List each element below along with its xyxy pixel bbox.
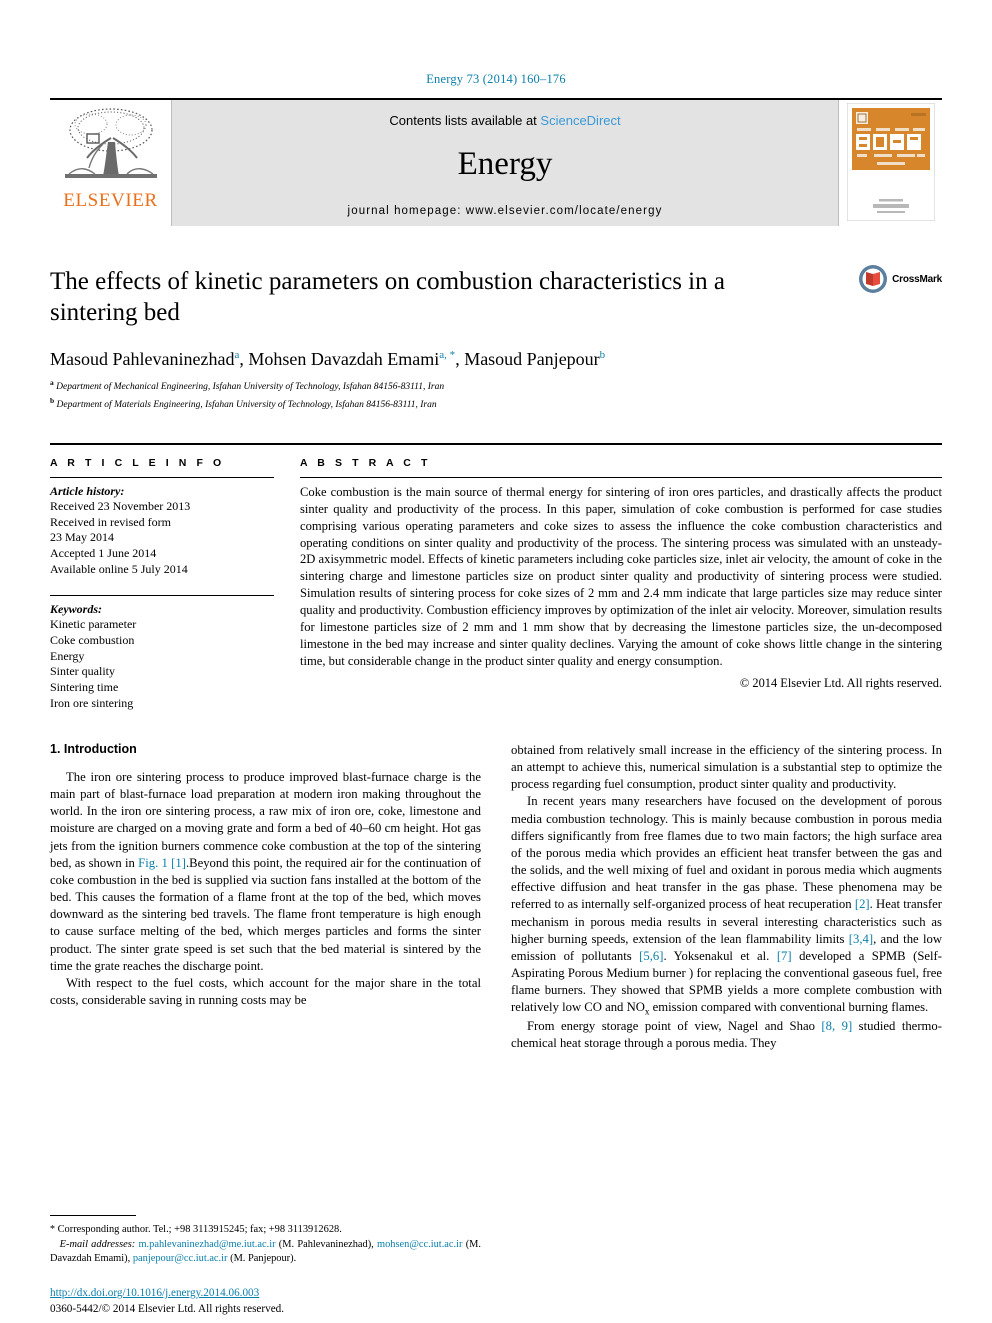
reference-link[interactable]: [1] [171, 856, 186, 870]
keyword-item: Sintering time [50, 680, 119, 695]
body-columns: 1. Introduction The iron ore sintering p… [50, 742, 942, 1053]
running-head: Energy 73 (2014) 160–176 [426, 72, 566, 86]
asterisk-icon: * [50, 1224, 55, 1236]
divider [50, 594, 274, 596]
article-page: Energy 73 (2014) 160–176 ELSEVIER Conten… [0, 0, 992, 1323]
article-history-list: Received 23 November 2013 Received in re… [50, 499, 274, 578]
reference-link[interactable]: [5,6] [639, 949, 663, 963]
crossmark-icon [859, 265, 888, 293]
divider [300, 476, 942, 478]
section-heading-introduction: 1. Introduction [50, 741, 137, 756]
footnote-block: * Corresponding author. Tel.; +98 311391… [50, 1215, 481, 1267]
contents-prefix: Contents lists available at [389, 113, 537, 128]
email-link[interactable]: m.pahlevaninezhad@me.iut.ac.ir [138, 1239, 275, 1250]
journal-homepage-link[interactable]: journal homepage: www.elsevier.com/locat… [348, 205, 663, 217]
author-mark: a, * [439, 348, 456, 361]
elsevier-wordmark: ELSEVIER [63, 190, 158, 211]
keywords-label: Keywords: [50, 601, 102, 616]
email-link[interactable]: mohsen@cc.iut.ac.ir [377, 1239, 462, 1250]
article-info-column: A R T I C L E I N F O Article history: R… [50, 457, 274, 712]
keyword-item: Energy [50, 648, 85, 663]
paragraph: obtained from relatively small increase … [511, 742, 942, 792]
keyword-item: Coke combustion [50, 632, 135, 647]
author-name: Mohsen Davazdah Emami [248, 348, 440, 369]
reference-link[interactable]: [2] [855, 897, 870, 911]
paragraph: The iron ore sintering process to produc… [50, 769, 481, 975]
history-item: Available online 5 July 2014 [50, 562, 188, 577]
history-item: 23 May 2014 [50, 530, 114, 545]
doi-footer: http://dx.doi.org/10.1016/j.energy.2014.… [50, 1286, 510, 1317]
reference-link[interactable]: [3,4] [849, 932, 873, 946]
info-abstract-section: A R T I C L E I N F O Article history: R… [50, 442, 942, 712]
elsevier-tree-icon [64, 108, 157, 178]
paragraph: With respect to the fuel costs, which ac… [50, 975, 481, 1008]
title-block: CrossMark The effects of kinetic paramet… [50, 264, 942, 413]
email-addresses-label: E-mail addresses: [59, 1238, 136, 1250]
affiliation-text: Department of Materials Engineering, Isf… [56, 399, 437, 410]
sciencedirect-link[interactable]: ScienceDirect [540, 113, 620, 128]
email-owner: (M. Panjepour). [230, 1253, 297, 1265]
left-column: 1. Introduction The iron ore sintering p… [50, 742, 481, 1053]
affiliation-mark: b [50, 395, 55, 405]
author-mark: a [234, 348, 240, 361]
journal-title: Energy [457, 146, 553, 182]
abstract-text: Coke combustion is the main source of th… [300, 484, 942, 669]
right-column: obtained from relatively small increase … [511, 742, 942, 1053]
keywords-block: Keywords: Kinetic parameter Coke combust… [50, 594, 274, 712]
affiliation-text: Department of Mechanical Engineering, Is… [56, 382, 445, 393]
figure-link[interactable]: Fig. 1 [138, 856, 168, 870]
keyword-item: Kinetic parameter [50, 616, 137, 631]
page-title: The effects of kinetic parameters on com… [50, 268, 725, 327]
contents-available-line: Contents lists available at ScienceDirec… [389, 113, 620, 128]
paragraph-text: emission compared with conventional burn… [649, 1000, 929, 1015]
author-name: Masoud Panjepour [464, 348, 600, 369]
footnote-divider [50, 1215, 136, 1217]
energy-cover-image [846, 103, 935, 221]
email-link[interactable]: panjepour@cc.iut.ac.ir [133, 1253, 228, 1264]
reference-link[interactable]: [7] [777, 949, 792, 963]
paragraph-text: . Yoksenakul et al. [663, 948, 777, 963]
paragraph-text: .Beyond this point, the required air for… [50, 855, 482, 973]
masthead-center: Contents lists available at ScienceDirec… [172, 100, 838, 226]
doi-link[interactable]: http://dx.doi.org/10.1016/j.energy.2014.… [50, 1287, 259, 1299]
author-mark: b [599, 348, 606, 361]
crossmark-label: CrossMark [892, 273, 942, 285]
corresponding-author-text: Corresponding author. Tel.; +98 31139152… [57, 1224, 342, 1236]
journal-masthead: ELSEVIER Contents lists available at Sci… [50, 98, 942, 226]
article-history-label: Article history: [50, 483, 125, 498]
email-owner: (M. Pahlevaninezhad), [278, 1238, 374, 1250]
affiliation: a Department of Mechanical Engineering, … [50, 378, 942, 395]
paragraph: In recent years many researchers have fo… [511, 793, 942, 1018]
elsevier-logo: ELSEVIER [50, 100, 172, 226]
history-item: Accepted 1 June 2014 [50, 546, 157, 561]
journal-cover-thumbnail [838, 100, 942, 226]
paragraph: From energy storage point of view, Nagel… [511, 1018, 942, 1052]
crossmark-badge[interactable]: CrossMark [858, 264, 942, 294]
keyword-item: Iron ore sintering [50, 696, 134, 711]
affiliation-mark: a [50, 377, 54, 387]
reference-link[interactable]: [8, 9] [821, 1019, 852, 1033]
author-name: Masoud Pahlevaninezhad [50, 348, 235, 369]
article-info-heading: A R T I C L E I N F O [50, 456, 225, 469]
affiliation: b Department of Materials Engineering, I… [50, 396, 942, 413]
paragraph-text: From energy storage point of view, Nagel… [527, 1019, 822, 1034]
corresponding-author-note: * Corresponding author. Tel.; +98 311391… [50, 1223, 481, 1267]
keywords-list: Kinetic parameter Coke combustion Energy… [50, 617, 274, 712]
paragraph-text: In recent years many researchers have fo… [511, 794, 942, 912]
keyword-item: Sinter quality [50, 664, 115, 679]
divider [50, 476, 274, 478]
history-item: Received 23 November 2013 [50, 498, 191, 513]
copyright-line: © 2014 Elsevier Ltd. All rights reserved… [739, 676, 942, 691]
abstract-column: A B S T R A C T Coke combustion is the m… [300, 457, 942, 712]
abstract-heading: A B S T R A C T [300, 456, 431, 469]
issn-copyright-line: 0360-5442/© 2014 Elsevier Ltd. All right… [50, 1302, 285, 1315]
history-item: Received in revised form [50, 514, 171, 529]
author-list: Masoud Pahlevaninezhada, Mohsen Davazdah… [50, 348, 606, 369]
